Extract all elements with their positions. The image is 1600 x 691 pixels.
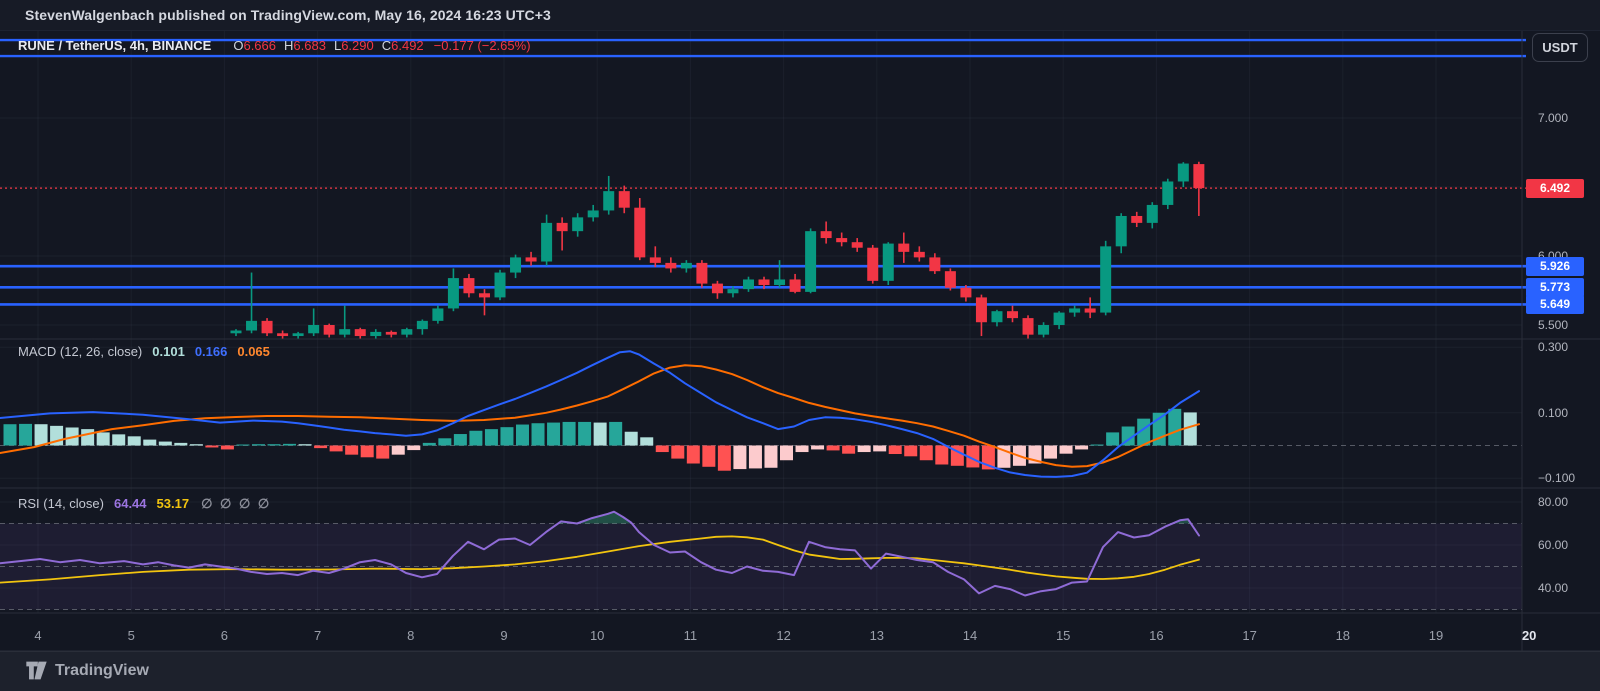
currency-toggle-button[interactable]: USDT <box>1532 33 1588 62</box>
time-axis-label[interactable]: 6 <box>221 628 228 643</box>
rsi-scale-tick[interactable]: 80.00 <box>1538 495 1568 509</box>
time-axis-label[interactable]: 7 <box>314 628 321 643</box>
macd-title: MACD (12, 26, close) <box>18 344 143 359</box>
time-axis-label[interactable]: 10 <box>590 628 604 643</box>
change-value: −0.177 (−2.65%) <box>433 38 531 53</box>
open-label: O <box>233 38 244 53</box>
time-axis-label[interactable]: 14 <box>963 628 977 643</box>
macd-scale-tick[interactable]: −0.100 <box>1538 471 1575 485</box>
time-axis-label[interactable]: 9 <box>500 628 507 643</box>
open-value: 6.666 <box>243 38 277 53</box>
rsi-empty-values: ∅ ∅ ∅ ∅ <box>201 496 272 511</box>
publish-header: StevenWalgenbach published on TradingVie… <box>0 0 1600 31</box>
rsi-title: RSI (14, close) <box>18 496 104 511</box>
level-price-badge: 5.649 <box>1526 294 1584 314</box>
symbol-title: RUNE / TetherUS, 4h, BINANCE <box>18 38 212 53</box>
time-axis-label[interactable]: 15 <box>1056 628 1070 643</box>
low-value: 6.290 <box>341 38 374 53</box>
tradingview-icon <box>26 661 47 680</box>
macd-signal-value: 0.065 <box>237 344 270 359</box>
level-price-badge: 5.773 <box>1526 277 1584 297</box>
time-axis-label[interactable]: 20 <box>1522 628 1536 643</box>
last-price-badge: 6.492 <box>1526 178 1584 198</box>
rsi-ma-value: 53.17 <box>156 496 190 511</box>
level-price-badge: 5.926 <box>1526 256 1584 276</box>
macd-scale-tick[interactable]: 0.300 <box>1538 340 1568 354</box>
tradingview-logo-link[interactable]: TradingView <box>25 661 149 680</box>
footer-bar: TradingView <box>0 651 1600 691</box>
price-scale-tick[interactable]: 7.000 <box>1538 111 1568 125</box>
tradingview-published-chart: StevenWalgenbach published on TradingVie… <box>0 0 1600 691</box>
high-label: H <box>284 38 294 53</box>
high-value: 6.683 <box>293 38 326 53</box>
close-value: 6.492 <box>391 38 424 53</box>
macd-scale-tick[interactable]: 0.100 <box>1538 406 1568 420</box>
time-axis-label[interactable]: 4 <box>34 628 41 643</box>
rsi-scale-tick[interactable]: 40.00 <box>1538 581 1568 595</box>
macd-hist-value: 0.101 <box>152 344 185 359</box>
time-axis-label[interactable]: 18 <box>1336 628 1350 643</box>
rsi-scale-tick[interactable]: 60.00 <box>1538 538 1568 552</box>
symbol-legend: RUNE / TetherUS, 4h, BINANCE O6.666 H6.683… <box>18 38 531 54</box>
macd-legend: MACD (12, 26, close) 0.101 0.166 0.065 <box>18 344 270 359</box>
time-axis-label[interactable]: 13 <box>870 628 884 643</box>
publish-header-text: StevenWalgenbach published on TradingVie… <box>25 7 551 23</box>
time-axis-label[interactable]: 17 <box>1242 628 1256 643</box>
rsi-legend: RSI (14, close) 64.44 53.17 ∅ ∅ ∅ ∅ <box>18 496 271 511</box>
time-axis-label[interactable]: 5 <box>128 628 135 643</box>
time-axis-label[interactable]: 11 <box>684 628 698 643</box>
time-axis-label[interactable]: 8 <box>407 628 414 643</box>
time-axis-label[interactable]: 12 <box>776 628 790 643</box>
time-axis-label[interactable]: 19 <box>1429 628 1443 643</box>
price-scale-tick[interactable]: 5.500 <box>1538 318 1568 332</box>
rsi-value: 64.44 <box>113 496 147 511</box>
tradingview-brand-text: TradingView <box>55 661 149 679</box>
close-label: C <box>381 38 392 53</box>
time-axis-label[interactable]: 16 <box>1149 628 1163 643</box>
macd-line-value: 0.166 <box>194 344 228 359</box>
